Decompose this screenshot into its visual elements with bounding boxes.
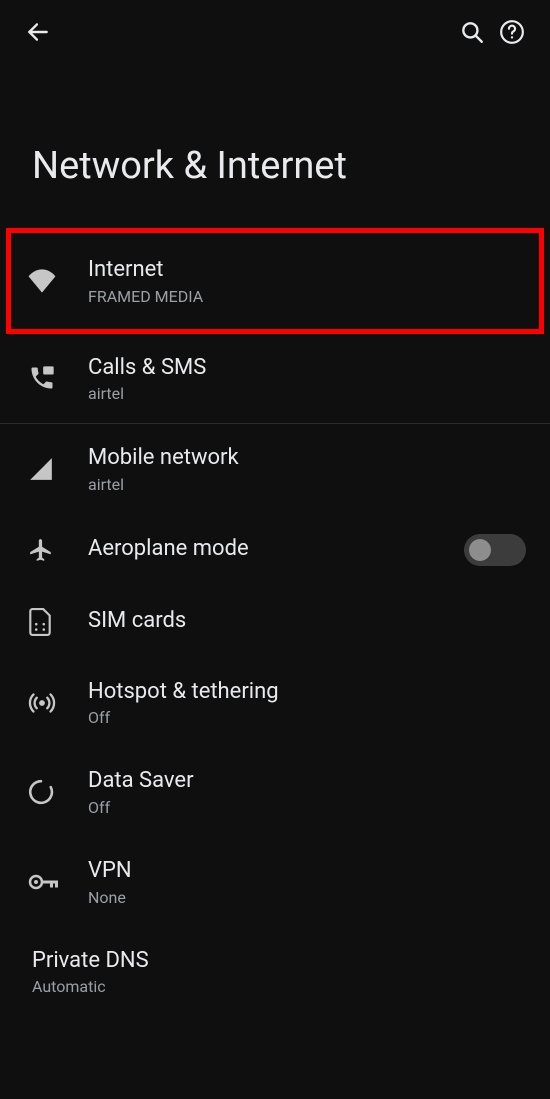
search-button[interactable] <box>452 12 492 52</box>
item-hotspot[interactable]: Hotspot & tethering Off <box>0 658 550 748</box>
item-sub: Off <box>88 798 526 817</box>
top-bar <box>0 0 550 64</box>
item-sub: FRAMED MEDIA <box>88 287 526 306</box>
item-label: Calls & SMS <box>88 354 526 383</box>
help-button[interactable] <box>492 12 532 52</box>
item-aeroplane-mode[interactable]: Aeroplane mode <box>0 514 550 586</box>
vpn-key-icon <box>28 872 60 892</box>
item-label: Aeroplane mode <box>88 535 464 564</box>
item-private-dns[interactable]: Private DNS Automatic <box>0 927 550 1017</box>
item-sim-cards[interactable]: SIM cards <box>0 586 550 658</box>
item-label: VPN <box>88 857 526 886</box>
signal-icon <box>28 456 54 482</box>
page-title: Network & Internet <box>0 64 550 228</box>
back-button[interactable] <box>18 12 58 52</box>
item-label: Data Saver <box>88 767 526 796</box>
wifi-icon <box>28 269 56 293</box>
item-sub: airtel <box>88 475 526 494</box>
item-label: SIM cards <box>88 607 526 636</box>
aeroplane-mode-switch[interactable] <box>464 534 526 566</box>
search-icon <box>459 19 485 45</box>
item-sub: airtel <box>88 384 526 403</box>
item-calls-sms[interactable]: Calls & SMS airtel <box>0 334 550 424</box>
hotspot-icon <box>28 689 56 717</box>
item-internet[interactable]: Internet FRAMED MEDIA <box>0 228 550 334</box>
phone-sms-icon <box>28 364 56 392</box>
help-icon <box>499 19 525 45</box>
item-vpn[interactable]: VPN None <box>0 837 550 927</box>
data-saver-icon <box>28 779 54 805</box>
airplane-icon <box>28 537 54 563</box>
item-label: Hotspot & tethering <box>88 678 526 707</box>
item-label: Private DNS <box>32 947 526 976</box>
back-arrow-icon <box>25 19 51 45</box>
item-sub: None <box>88 888 526 907</box>
item-data-saver[interactable]: Data Saver Off <box>0 747 550 837</box>
item-label: Internet <box>88 256 526 285</box>
item-mobile-network[interactable]: Mobile network airtel <box>0 424 550 514</box>
item-sub: Off <box>88 708 526 727</box>
item-label: Mobile network <box>88 444 526 473</box>
item-sub: Automatic <box>32 977 526 996</box>
sim-icon <box>28 608 52 636</box>
settings-list: Internet FRAMED MEDIA Calls & SMS airtel… <box>0 228 550 1016</box>
